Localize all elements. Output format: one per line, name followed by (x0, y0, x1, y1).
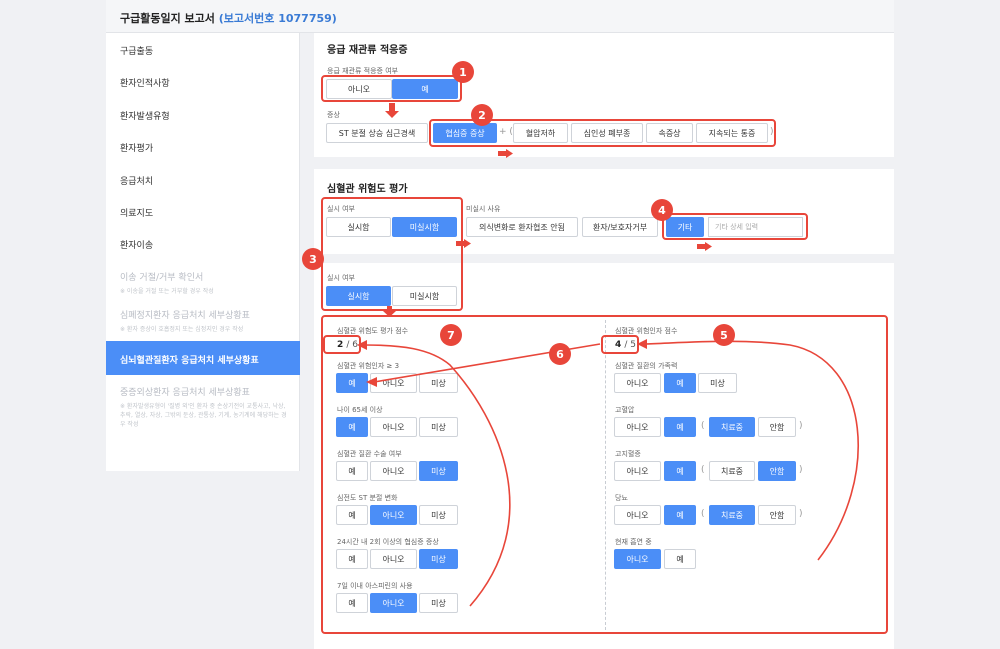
annotation-badge-4: 4 (651, 199, 673, 221)
arrow-6-head (366, 377, 377, 387)
annotation-arrows (357, 103, 859, 607)
arrow-7-head (357, 340, 367, 350)
arrow-down-3-head (383, 311, 396, 317)
arrow-down-1-head (385, 111, 399, 118)
arrow-right-2-stem (498, 151, 506, 156)
annotation-badge-7: 7 (440, 324, 462, 346)
arrow-right-2-head (506, 149, 513, 158)
annotation-badge-3: 3 (302, 248, 324, 270)
arrow-right-4-head (705, 242, 712, 251)
arrow-right-4-stem (697, 244, 705, 249)
arrow-7-curve (364, 344, 511, 607)
arrow-down-1-stem (389, 103, 395, 111)
arrow-right-3-head (464, 239, 471, 248)
annotation-badge-6: 6 (549, 343, 571, 365)
annotation-badge-1: 1 (452, 61, 474, 83)
arrow-right-3-stem (456, 241, 464, 246)
annotation-badge-5: 5 (713, 324, 735, 346)
arrow-5-head (637, 339, 647, 349)
arrow-5-curve (643, 340, 859, 561)
annotation-badge-2: 2 (471, 104, 493, 126)
